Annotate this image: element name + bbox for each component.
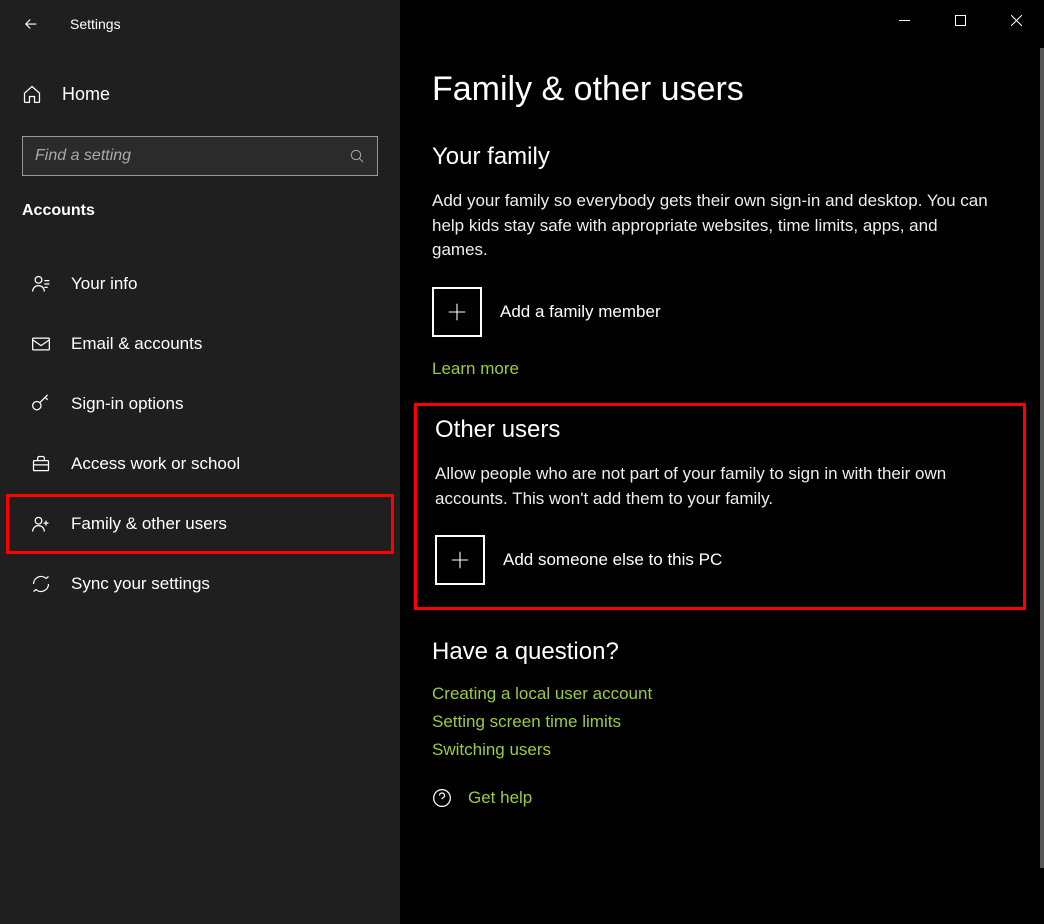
other-users-section: Other users Allow people who are not par… (414, 403, 1026, 610)
sidebar-item-label: Sign-in options (71, 394, 183, 414)
sidebar-item-label: Email & accounts (71, 334, 202, 354)
minimize-button[interactable] (876, 0, 932, 40)
search-input[interactable] (35, 147, 349, 165)
sidebar-item-email-accounts[interactable]: Email & accounts (6, 314, 394, 374)
family-header: Your family (432, 143, 1008, 171)
home-nav[interactable]: Home (0, 66, 400, 122)
scrollbar[interactable] (1036, 48, 1044, 924)
close-button[interactable] (988, 0, 1044, 40)
help-link-switching-users[interactable]: Switching users (432, 740, 1008, 760)
sidebar: Settings Home Accounts Your info Email &… (0, 0, 400, 924)
sidebar-item-label: Your info (71, 274, 137, 294)
sidebar-header: Settings (0, 0, 400, 48)
mail-icon (31, 334, 51, 354)
sidebar-item-sign-in-options[interactable]: Sign-in options (6, 374, 394, 434)
plus-icon (435, 535, 485, 585)
window-title: Settings (70, 16, 121, 32)
briefcase-icon (31, 454, 51, 474)
key-icon (31, 394, 51, 414)
sidebar-item-label: Access work or school (71, 454, 240, 474)
help-icon (432, 788, 452, 808)
home-label: Home (62, 84, 110, 105)
family-description: Add your family so everybody gets their … (432, 189, 992, 263)
other-users-description: Allow people who are not part of your fa… (435, 462, 995, 511)
main-panel: Family & other users Your family Add you… (400, 0, 1044, 924)
help-link-local-account[interactable]: Creating a local user account (432, 684, 1008, 704)
page-title: Family & other users (432, 70, 1008, 109)
scrollbar-thumb[interactable] (1040, 48, 1044, 868)
get-help-link[interactable]: Get help (468, 788, 532, 808)
sidebar-section-title: Accounts (0, 176, 400, 234)
add-someone-else-button[interactable]: Add someone else to this PC (435, 535, 1005, 585)
sidebar-item-family-other-users[interactable]: Family & other users (6, 494, 394, 554)
have-question-header: Have a question? (432, 638, 1008, 666)
window-controls (876, 0, 1044, 40)
content-area: Family & other users Your family Add you… (400, 0, 1044, 924)
sidebar-item-label: Sync your settings (71, 574, 210, 594)
plus-icon (432, 287, 482, 337)
sidebar-item-sync-settings[interactable]: Sync your settings (6, 554, 394, 614)
add-family-label: Add a family member (500, 302, 661, 322)
sidebar-item-label: Family & other users (71, 514, 227, 534)
help-link-screen-time[interactable]: Setting screen time limits (432, 712, 1008, 732)
learn-more-link[interactable]: Learn more (432, 359, 1008, 379)
sidebar-item-your-info[interactable]: Your info (6, 254, 394, 314)
sync-icon (31, 574, 51, 594)
other-users-header: Other users (435, 416, 1005, 444)
add-family-member-button[interactable]: Add a family member (432, 287, 1008, 337)
back-button[interactable] (22, 15, 40, 33)
maximize-button[interactable] (932, 0, 988, 40)
get-help-row[interactable]: Get help (432, 788, 1008, 808)
person-icon (31, 274, 51, 294)
people-plus-icon (31, 514, 51, 534)
search-icon (349, 148, 365, 164)
search-box[interactable] (22, 136, 378, 176)
add-someone-else-label: Add someone else to this PC (503, 550, 722, 570)
sidebar-item-access-work-school[interactable]: Access work or school (6, 434, 394, 494)
nav-list: Your info Email & accounts Sign-in optio… (0, 254, 400, 614)
